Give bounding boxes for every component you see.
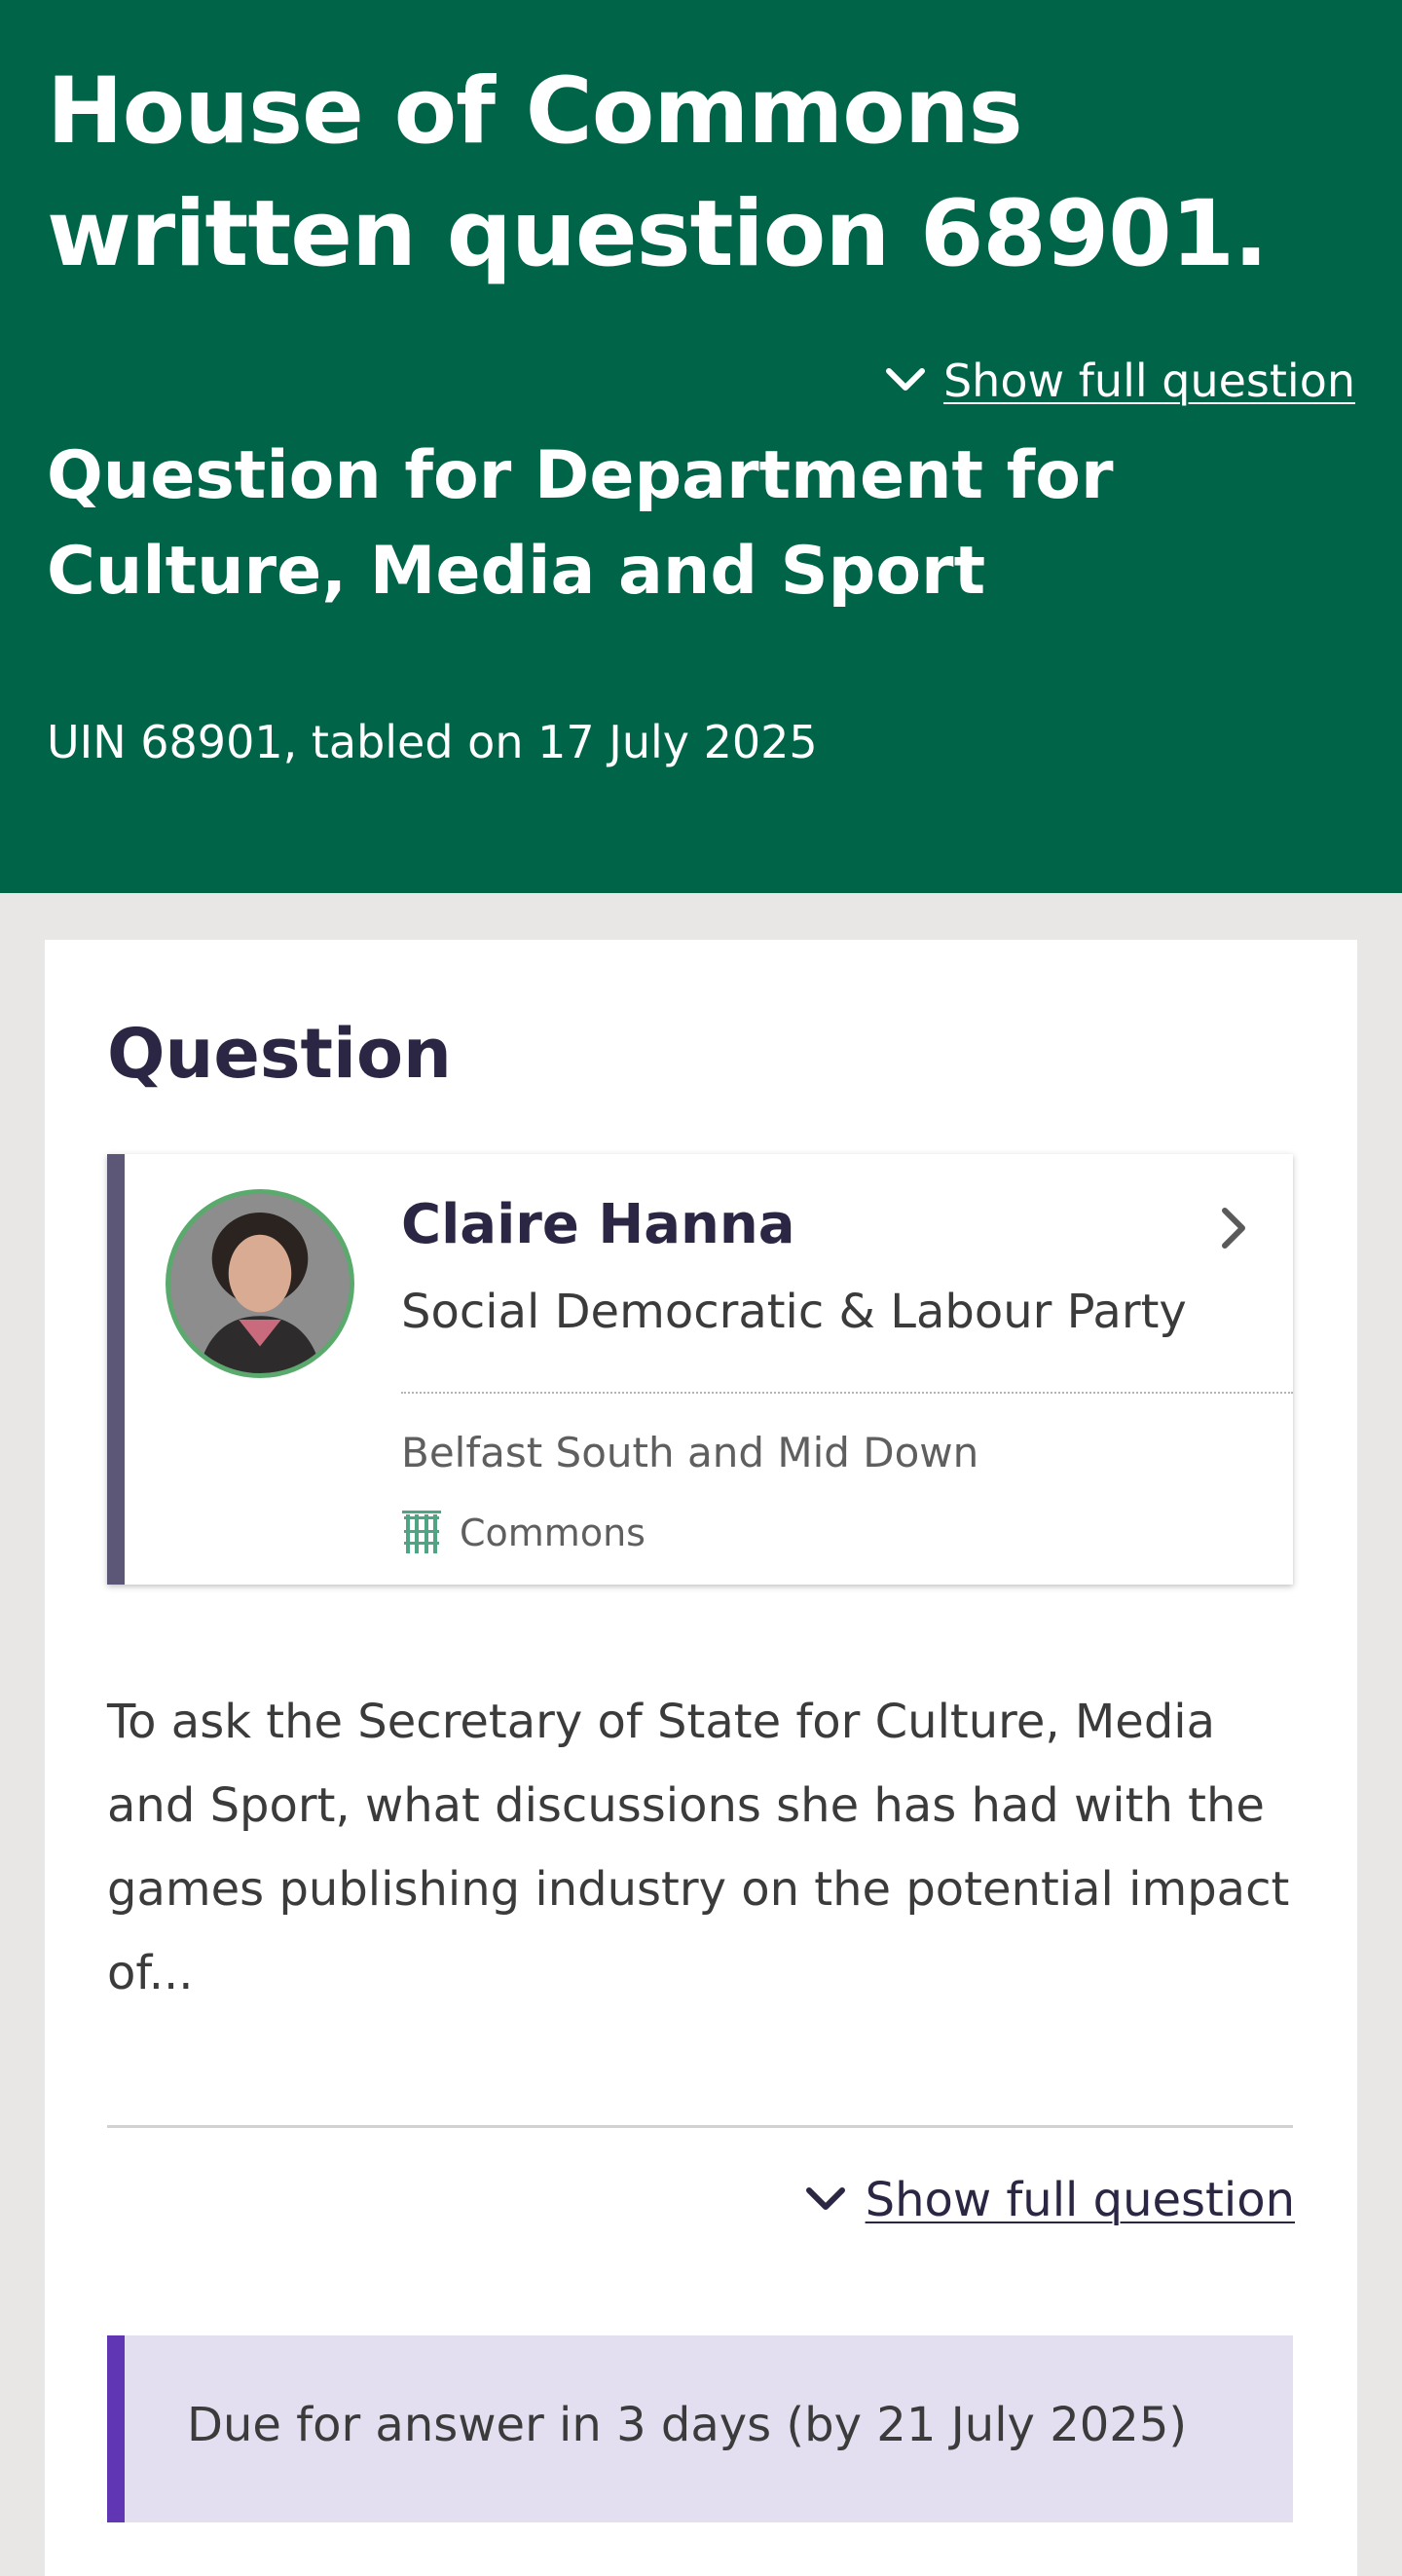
question-card: Question Claire Hanna Social Democratic … xyxy=(45,940,1357,2576)
question-section-title: Question xyxy=(107,1014,452,1094)
portcullis-icon xyxy=(402,1511,441,1553)
page-header: House of Commons written question 68901.… xyxy=(0,0,1402,893)
due-for-answer-banner: Due for answer in 3 days (by 21 July 202… xyxy=(107,2335,1293,2522)
member-card-divider xyxy=(401,1392,1293,1394)
show-full-question-label[interactable]: Show full question xyxy=(943,355,1355,407)
member-constituency: Belfast South and Mid Down xyxy=(401,1429,979,1476)
member-party: Social Democratic & Labour Party xyxy=(401,1285,1187,1339)
show-full-question-bottom-link[interactable]: Show full question xyxy=(803,2173,1295,2227)
chevron-down-icon xyxy=(805,2187,845,2210)
avatar xyxy=(166,1189,354,1378)
show-full-question-top-link[interactable]: Show full question xyxy=(883,355,1355,407)
department-heading: Question for Department for Culture, Med… xyxy=(47,437,1114,610)
house-label: Commons xyxy=(460,1512,646,1554)
section-divider xyxy=(107,2125,1293,2128)
member-name[interactable]: Claire Hanna xyxy=(401,1193,795,1256)
chevron-down-icon xyxy=(885,368,925,391)
member-house: Commons xyxy=(401,1511,646,1555)
member-card[interactable]: Claire Hanna Social Democratic & Labour … xyxy=(107,1154,1293,1585)
uin-tabled-line: UIN 68901, tabled on 17 July 2025 xyxy=(47,716,818,768)
chevron-right-icon[interactable] xyxy=(1217,1203,1252,1253)
page-title: House of Commons written question 68901. xyxy=(47,58,1269,287)
show-full-question-label[interactable]: Show full question xyxy=(866,2173,1295,2227)
due-for-answer-text: Due for answer in 3 days (by 21 July 202… xyxy=(187,2398,1188,2452)
member-portrait xyxy=(170,1194,350,1373)
question-text: To ask the Secretary of State for Cultur… xyxy=(107,1695,1290,2000)
